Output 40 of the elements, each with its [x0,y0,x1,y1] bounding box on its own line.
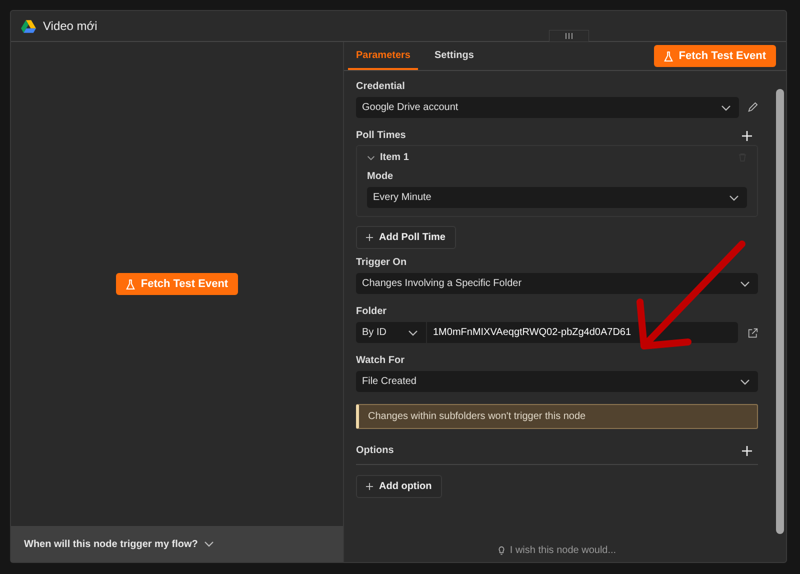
field-label: Trigger On [356,257,408,268]
lightbulb-icon [498,546,505,556]
plus-icon [366,483,373,490]
external-link-icon[interactable] [748,328,758,338]
folder-id-field[interactable]: 1M0mFnMIXVAeqgtRWQ02-pbZg4d0A7D61 [426,322,738,343]
plus-icon[interactable] [742,446,752,456]
mode-select[interactable]: Every Minute [367,187,747,208]
chevron-down-icon[interactable] [367,154,375,162]
field-label: Credential [356,81,406,92]
chevron-down-icon [721,104,731,110]
feedback-link[interactable]: I wish this node would... [510,545,616,556]
plus-icon [366,234,373,241]
plus-icon[interactable] [742,130,752,140]
chevron-down-icon [204,541,214,547]
flask-icon [126,278,135,290]
chevron-down-icon [729,194,739,200]
drive-logo-icon [21,20,36,32]
watch-for-select[interactable]: File Created [356,371,758,392]
add-poll-time-button[interactable]: Add Poll Time [356,226,456,249]
chevron-down-icon [408,330,418,336]
field-label: Options [356,445,394,456]
folder-mode-select[interactable]: By ID [356,322,426,343]
item-title: Item 1 [380,152,409,163]
chevron-down-icon [740,280,750,286]
trigger-select[interactable]: Changes Involving a Specific Folder [356,273,758,294]
field-label: Folder [356,306,388,317]
chevron-down-icon [740,378,750,384]
flask-icon [664,50,673,62]
add-option-button[interactable]: Add option [356,475,442,498]
drag-handle-icon[interactable] [549,30,589,42]
pencil-icon[interactable] [747,102,758,113]
window-title: Video mới [43,19,98,33]
notice-banner: Changes within subfolders won't trigger this node [356,404,758,429]
field-label: Watch For [356,355,406,366]
credential-select[interactable]: Google Drive account [356,97,739,118]
tab[interactable]: Parameters [348,42,418,70]
trigger-help-toggle[interactable]: When will this node trigger my flow? [24,538,198,550]
field-label: Mode [367,171,394,182]
field-label: Poll Times [356,130,406,141]
tab[interactable]: Settings [426,42,482,70]
